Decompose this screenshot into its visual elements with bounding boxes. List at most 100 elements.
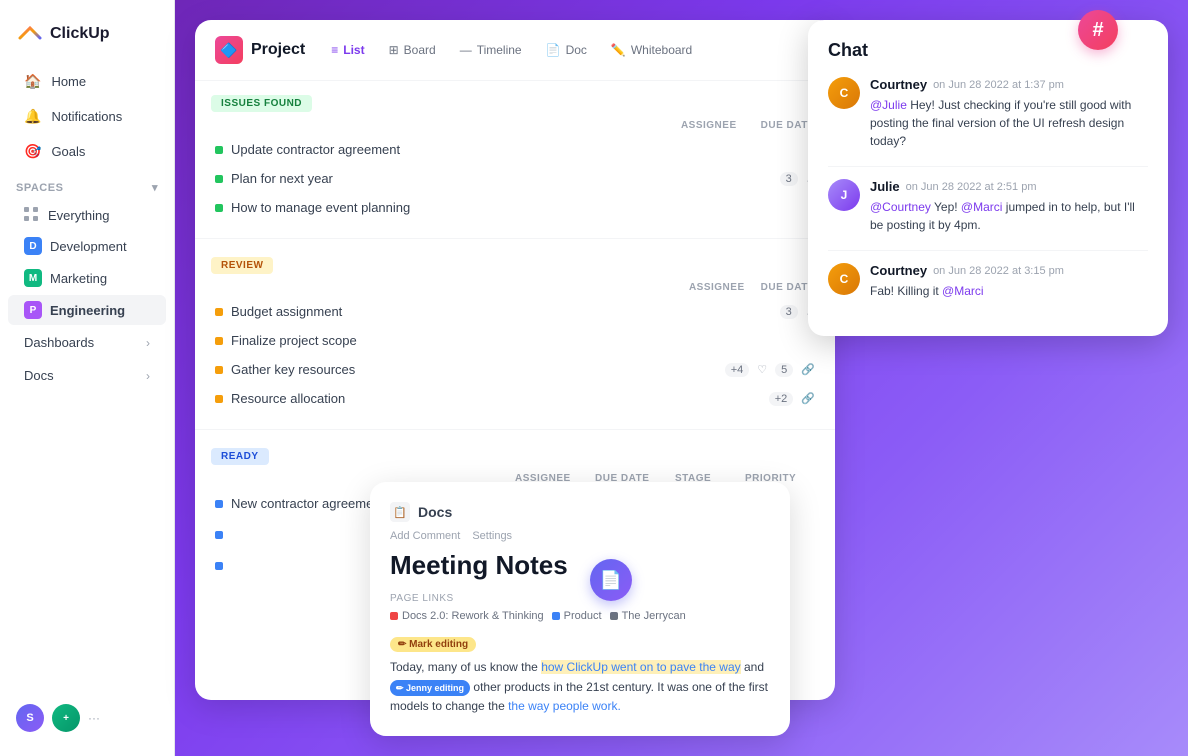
tab-timeline[interactable]: — Timeline [450,38,532,62]
page-link[interactable]: The Jerrycan [610,610,686,622]
col-due: DUE DATE [761,120,815,131]
sidebar-item-dashboards[interactable]: Dashboards › [8,327,166,358]
mention: @Courtney [870,200,931,214]
heart-icon: ♡ [757,363,767,376]
col-due: DUE DATE [761,282,815,293]
chat-text-content: Hey! Just checking if you're still good … [870,98,1131,148]
task-name: Gather key resources [231,362,717,377]
task-row[interactable]: Finalize project scope [211,326,819,355]
home-icon: 🏠 [24,73,41,90]
spaces-label: Spaces [16,182,63,194]
task-status-dot [215,146,223,154]
chat-card: Chat C Courtney on Jun 28 2022 at 1:37 p… [808,20,1168,336]
chat-text: @Julie Hey! Just checking if you're stil… [870,96,1148,150]
sidebar-item-goals[interactable]: 🎯 Goals [8,135,166,168]
task-name: How to manage event planning [231,200,815,215]
team-avatar[interactable]: + [52,704,80,732]
col-assignee: ASSIGNEE [681,120,737,131]
tab-list[interactable]: ≡ List [321,38,374,62]
tab-label: Timeline [477,43,522,57]
review-badge: REVIEW [211,257,273,274]
sidebar-item-marketing[interactable]: M Marketing [8,263,166,293]
chat-time: on Jun 28 2022 at 3:15 pm [933,265,1064,277]
project-header: 🔷 Project ≡ List ⊞ Board — Timeline 📄 [195,20,835,81]
plus-count: +2 [769,392,794,406]
meeting-notes-title: Meeting Notes [390,550,770,581]
ready-badge: READY [211,448,269,465]
board-icon: ⊞ [389,43,399,57]
page-link[interactable]: Docs 2.0: Rework & Thinking [390,610,544,622]
add-comment-button[interactable]: Add Comment [390,530,460,542]
sidebar-item-engineering[interactable]: P Engineering [8,295,166,325]
chat-title: Chat [828,40,868,61]
chat-message: C Courtney on Jun 28 2022 at 1:37 pm @Ju… [828,77,1148,150]
section-divider [195,238,835,239]
chat-time: on Jun 28 2022 at 1:37 pm [933,79,1064,91]
sidebar-item-home[interactable]: 🏠 Home [8,65,166,98]
doc-icon: 📄 [546,43,561,57]
more-options-icon[interactable]: ··· [88,711,100,725]
app-name: ClickUp [50,25,110,43]
link-label: Product [564,610,602,622]
sidebar-item-development[interactable]: D Development [8,231,166,261]
tab-label: Whiteboard [631,43,692,57]
sidebar-bottom: S + ··· [0,692,174,744]
section-divider [195,429,835,430]
doc-icon: 📄 [600,570,622,591]
sidebar-item-docs[interactable]: Docs › [8,360,166,391]
chevron-right-icon: › [146,336,150,350]
page-link[interactable]: Product [552,610,602,622]
task-row[interactable]: Update contractor agreement [211,135,819,164]
sidebar-item-everything[interactable]: Everything [8,201,166,229]
project-title: Project [251,41,305,59]
review-section: REVIEW ASSIGNEE DUE DATE Budget assignme… [195,243,835,425]
task-row[interactable]: Budget assignment 3 ↗ [211,297,819,326]
spaces-collapse-icon[interactable]: ▾ [152,181,158,194]
chat-time: on Jun 28 2022 at 2:51 pm [906,181,1037,193]
mention: @Marci [961,200,1003,214]
page-links-label: PAGE LINKS [390,593,770,604]
section-label: Docs [24,368,54,383]
tab-board[interactable]: ⊞ Board [379,38,446,62]
space-color-dot: D [24,237,42,255]
task-name: Update contractor agreement [231,142,815,157]
space-label: Development [50,239,127,254]
task-row[interactable]: Gather key resources +4 ♡ 5 🔗 [211,355,819,384]
chat-divider [828,166,1148,167]
docs-header: 📋 Docs [390,502,770,522]
task-status-dot [215,531,223,539]
chat-content: Courtney on Jun 28 2022 at 3:15 pm Fab! … [870,263,1148,300]
sidebar-item-label: Goals [51,144,85,159]
avatar: C [828,263,860,295]
user-avatar[interactable]: S [16,704,44,732]
task-name: Plan for next year [231,171,772,186]
task-row[interactable]: Plan for next year 3 ↗ [211,164,819,193]
issues-section: ISSUES FOUND ASSIGNEE DUE DATE Update co… [195,81,835,234]
chat-text-1: Yep! [934,200,961,214]
spaces-header: Spaces ▾ [0,169,174,200]
space-label: Engineering [50,303,125,318]
body-text-1: Today, many of us know the [390,660,541,674]
task-status-dot [215,308,223,316]
plus-count: +4 [725,363,750,377]
chat-message: C Courtney on Jun 28 2022 at 3:15 pm Fab… [828,263,1148,300]
settings-button[interactable]: Settings [472,530,512,542]
sidebar-item-notifications[interactable]: 🔔 Notifications [8,100,166,133]
task-name: Finalize project scope [231,333,815,348]
clickup-logo-icon [16,20,44,48]
docs-header-label: Docs [418,504,452,520]
space-color-dot: M [24,269,42,287]
task-row[interactable]: Resource allocation +2 🔗 [211,384,819,413]
tab-nav: ≡ List ⊞ Board — Timeline 📄 Doc ✏️ Wh [321,38,702,62]
task-row[interactable]: How to manage event planning [211,193,819,222]
tab-whiteboard[interactable]: ✏️ Whiteboard [601,38,702,62]
avatar: C [828,77,860,109]
doc-float-icon[interactable]: 📄 [590,559,632,601]
chat-content: Courtney on Jun 28 2022 at 1:37 pm @Juli… [870,77,1148,150]
avatar: J [828,179,860,211]
chat-meta: Courtney on Jun 28 2022 at 3:15 pm [870,263,1148,278]
tab-doc[interactable]: 📄 Doc [536,38,597,62]
link-label: Docs 2.0: Rework & Thinking [402,610,544,622]
chat-author: Courtney [870,77,927,92]
grid-icon [24,207,40,223]
